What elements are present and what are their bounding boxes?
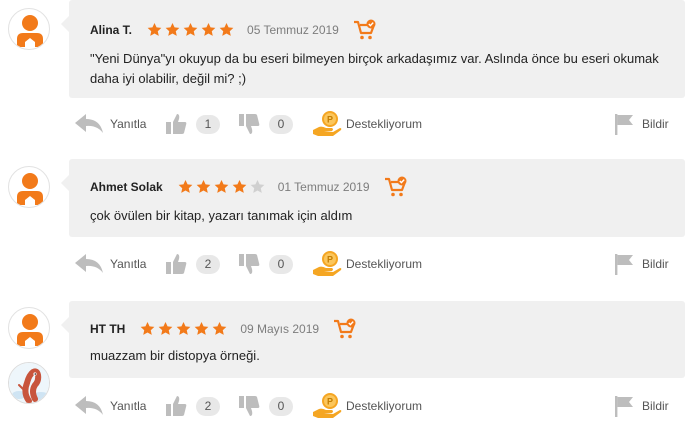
support-button[interactable]: P Destekliyorum bbox=[312, 249, 422, 279]
cart-check-icon bbox=[384, 176, 407, 197]
like-count: 1 bbox=[196, 114, 220, 134]
review-text: muazzam bir distopya örneği. bbox=[90, 348, 260, 363]
rating-stars bbox=[177, 179, 267, 195]
review-text: "Yeni Dünya"yı okuyup da bu eseri bilmey… bbox=[90, 51, 659, 86]
dislike-button[interactable]: 0 bbox=[238, 249, 293, 279]
review-bubble: Alina T. 05 Temmuz 2019 "Yeni Dünya"yı o… bbox=[61, 0, 685, 98]
report-label: Bildir bbox=[642, 257, 669, 271]
avatar[interactable] bbox=[8, 8, 50, 50]
star-icon bbox=[176, 322, 191, 335]
dislike-button[interactable]: 0 bbox=[238, 391, 293, 421]
star-icon bbox=[212, 322, 227, 335]
dislike-count: 0 bbox=[269, 396, 293, 416]
reply-button[interactable]: Yanıtla bbox=[74, 391, 146, 421]
report-button[interactable]: Bildir bbox=[613, 109, 669, 139]
like-button[interactable]: 2 bbox=[165, 249, 220, 279]
review-text: çok övülen bir kitap, yazarı tanımak içi… bbox=[90, 208, 353, 223]
report-button[interactable]: Bildir bbox=[613, 249, 669, 279]
star-icon bbox=[219, 23, 234, 36]
default-user-icon bbox=[17, 314, 43, 346]
cart-check-icon bbox=[353, 19, 376, 40]
reply-label: Yanıtla bbox=[110, 117, 147, 131]
review-actions: Yanıtla 2 0 P Destekliyorum Bildir bbox=[0, 249, 689, 279]
svg-text:P: P bbox=[327, 115, 333, 125]
report-button[interactable]: Bildir bbox=[613, 391, 669, 421]
like-count: 2 bbox=[196, 396, 220, 416]
star-icon bbox=[183, 23, 198, 36]
star-icon bbox=[250, 180, 265, 193]
star-icon bbox=[194, 322, 209, 335]
star-icon bbox=[140, 322, 155, 335]
star-icon bbox=[158, 322, 173, 335]
star-icon bbox=[178, 180, 193, 193]
review-bubble: HT TH 09 Mayıs 2019 muazzam bir distopya… bbox=[61, 301, 685, 378]
thumbs-down-icon bbox=[239, 254, 260, 274]
reply-button[interactable]: Yanıtla bbox=[74, 249, 146, 279]
avatar[interactable] bbox=[8, 307, 50, 349]
svg-text:P: P bbox=[327, 255, 333, 265]
coin-hand-icon: P bbox=[313, 111, 342, 136]
star-icon bbox=[147, 23, 162, 36]
reviewer-name[interactable]: Ahmet Solak bbox=[90, 180, 163, 194]
review-actions: Yanıtla 2 0 P Destekliyorum Bildir bbox=[0, 391, 689, 421]
reviewer-name[interactable]: Alina T. bbox=[90, 23, 132, 37]
flag-icon bbox=[615, 254, 633, 275]
report-label: Bildir bbox=[642, 117, 669, 131]
reply-label: Yanıtla bbox=[110, 399, 147, 413]
reply-arrow-icon bbox=[75, 396, 103, 415]
dislike-count: 0 bbox=[269, 114, 293, 134]
support-button[interactable]: P Destekliyorum bbox=[312, 109, 422, 139]
review-actions: Yanıtla 1 0 P Destekliyorum Bildir bbox=[0, 109, 689, 139]
flag-icon bbox=[615, 396, 633, 417]
support-label: Destekliyorum bbox=[346, 117, 423, 131]
like-button[interactable]: 2 bbox=[165, 391, 220, 421]
review-date: 09 Mayıs 2019 bbox=[240, 322, 320, 336]
review-bubble: Ahmet Solak 01 Temmuz 2019 çok övülen bi… bbox=[61, 159, 685, 237]
reply-button[interactable]: Yanıtla bbox=[74, 109, 146, 139]
svg-text:P: P bbox=[327, 397, 333, 407]
thumbs-down-icon bbox=[239, 114, 260, 134]
default-user-icon bbox=[17, 15, 43, 47]
reviewer-name[interactable]: HT TH bbox=[90, 322, 125, 336]
star-icon bbox=[196, 180, 211, 193]
like-count: 2 bbox=[196, 254, 220, 274]
flag-icon bbox=[615, 114, 633, 135]
rating-stars bbox=[139, 321, 229, 337]
cart-check-icon bbox=[334, 318, 356, 339]
default-user-icon bbox=[17, 173, 43, 205]
reply-label: Yanıtla bbox=[110, 257, 147, 271]
report-label: Bildir bbox=[642, 399, 669, 413]
support-label: Destekliyorum bbox=[346, 399, 423, 413]
thumbs-up-icon bbox=[166, 396, 187, 416]
dislike-button[interactable]: 0 bbox=[238, 109, 293, 139]
coin-hand-icon: P bbox=[313, 393, 342, 418]
reply-arrow-icon bbox=[75, 114, 103, 133]
coin-hand-icon: P bbox=[313, 251, 342, 276]
star-icon bbox=[232, 180, 247, 193]
star-icon bbox=[201, 23, 216, 36]
star-icon bbox=[214, 180, 229, 193]
support-button[interactable]: P Destekliyorum bbox=[312, 391, 422, 421]
rating-stars bbox=[146, 22, 236, 38]
thumbs-down-icon bbox=[239, 396, 260, 416]
star-icon bbox=[165, 23, 180, 36]
like-button[interactable]: 1 bbox=[165, 109, 220, 139]
avatar[interactable] bbox=[8, 166, 50, 208]
reply-arrow-icon bbox=[75, 254, 103, 273]
review-date: 05 Temmuz 2019 bbox=[247, 23, 339, 37]
review-date: 01 Temmuz 2019 bbox=[277, 180, 370, 194]
thumbs-up-icon bbox=[166, 114, 187, 134]
support-label: Destekliyorum bbox=[346, 257, 423, 271]
thumbs-up-icon bbox=[166, 254, 187, 274]
dislike-count: 0 bbox=[269, 254, 293, 274]
